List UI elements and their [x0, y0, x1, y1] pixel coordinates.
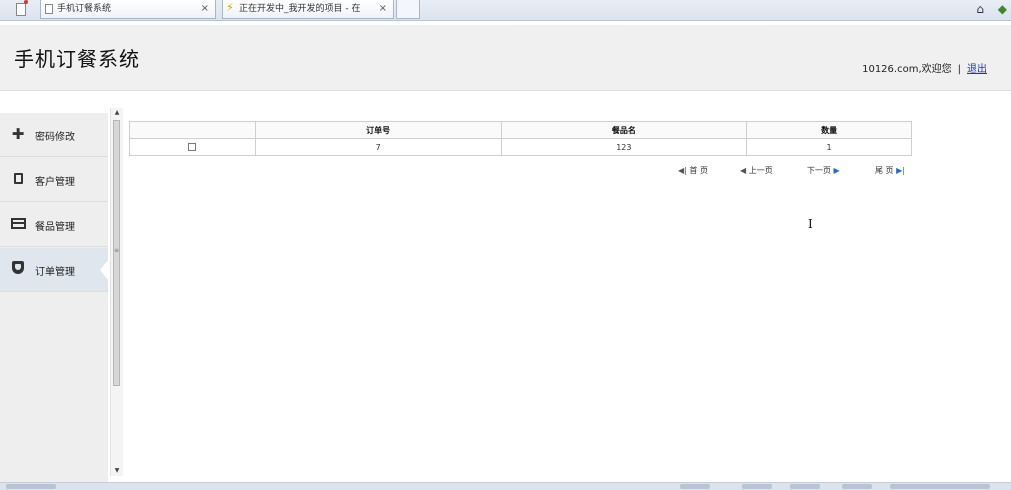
pager-first-label: 首 页: [689, 166, 708, 175]
shield-icon: [10, 261, 26, 277]
active-indicator: [100, 260, 108, 280]
text-cursor-icon: I: [808, 217, 813, 231]
status-item: [680, 484, 710, 489]
logout-link[interactable]: 退出: [967, 64, 987, 75]
user-bar: 10126.com,欢迎您 | 退出: [862, 60, 987, 75]
separator: |: [957, 64, 961, 75]
column-header-quantity: 数量: [746, 121, 912, 139]
sidebar: ✚ 密码修改 客户管理 餐品管理 订单管理: [0, 113, 108, 489]
last-page-icon: ▶|: [896, 166, 905, 175]
status-item: [890, 484, 990, 489]
sidebar-item-orders[interactable]: 订单管理: [0, 248, 108, 292]
column-header-select: [129, 121, 256, 139]
pager-next-label: 下一页: [807, 166, 831, 175]
toolbar-right: ⌂ ◆: [976, 2, 1007, 16]
sidebar-item-password[interactable]: ✚ 密码修改: [0, 113, 108, 157]
row-checkbox[interactable]: [188, 143, 197, 151]
orders-table: 订单号 餐品名 数量 7 123 1: [129, 121, 912, 156]
order-no-cell: 7: [254, 138, 502, 156]
column-header-order-no: 订单号: [254, 121, 502, 139]
dish-cell: 123: [500, 138, 748, 156]
pager-last[interactable]: 尾 页 ▶|: [875, 165, 905, 176]
document-icon: [45, 4, 53, 14]
username: 10126.com,: [862, 64, 922, 75]
page-title: 手机订餐系统: [14, 47, 140, 71]
first-page-icon: ◀|: [678, 166, 687, 175]
sidebar-item-label: 密码修改: [35, 132, 75, 143]
scroll-down-icon[interactable]: ▼: [112, 466, 122, 476]
browser-tab-label: 正在开发中_我开发的项目 - 在: [239, 4, 361, 14]
pager-prev[interactable]: ◀ 上一页: [740, 165, 773, 176]
next-page-icon: ▶: [833, 166, 840, 175]
scroll-up-icon[interactable]: ▲: [112, 108, 122, 118]
status-item: [842, 484, 872, 489]
quantity-cell: 1: [746, 138, 912, 156]
sidebar-item-label: 餐品管理: [35, 222, 75, 233]
tab-strip-start: [0, 0, 28, 19]
row-select-cell: [129, 138, 256, 156]
sidebar-item-label: 客户管理: [35, 177, 75, 188]
pager-last-label: 尾 页: [875, 166, 894, 175]
scrollbar-grip-icon: ≡: [114, 247, 120, 254]
browser-tab-label: 手机订餐系统: [57, 4, 112, 14]
pager-first[interactable]: ◀| 首 页: [678, 165, 708, 176]
pager-prev-label: 上一页: [748, 166, 773, 175]
lightning-icon: ⚡: [226, 1, 234, 14]
plus-icon: ✚: [11, 125, 25, 143]
status-item: [742, 484, 772, 489]
table-row: 7 123 1: [129, 138, 912, 156]
tablet-icon: [10, 171, 26, 187]
sidebar-scrollbar[interactable]: ▲ ≡ ▼: [110, 108, 123, 476]
status-item: [6, 484, 56, 489]
welcome-text: 欢迎您: [921, 64, 952, 75]
close-tab-icon[interactable]: ×: [379, 0, 387, 18]
pager-next[interactable]: 下一页 ▶: [807, 165, 840, 176]
back-arrow-icon[interactable]: ◆: [998, 2, 1007, 16]
card-icon: [10, 216, 26, 232]
new-tab-button[interactable]: [396, 0, 420, 19]
table-header-row: 订单号 餐品名 数量: [129, 121, 912, 139]
column-header-dish: 餐品名: [500, 121, 748, 139]
notification-dot-icon: [24, 0, 28, 4]
status-item: [790, 484, 820, 489]
app-header: 手机订餐系统 10126.com,欢迎您 | 退出: [0, 25, 1011, 91]
browser-tab-current[interactable]: 手机订餐系统 ×: [40, 0, 216, 19]
prev-page-icon: ◀: [740, 166, 747, 175]
sidebar-item-customers[interactable]: 客户管理: [0, 158, 108, 202]
browser-tab-second[interactable]: ⚡ 正在开发中_我开发的项目 - 在 ×: [222, 0, 394, 19]
home-icon[interactable]: ⌂: [976, 2, 984, 16]
sidebar-item-dishes[interactable]: 餐品管理: [0, 203, 108, 247]
page-icon: [16, 3, 26, 16]
close-tab-icon[interactable]: ×: [201, 0, 209, 18]
browser-tab-bar: 手机订餐系统 × ⚡ 正在开发中_我开发的项目 - 在 × ⌂ ◆: [0, 0, 1011, 21]
sidebar-item-label: 订单管理: [35, 267, 75, 278]
